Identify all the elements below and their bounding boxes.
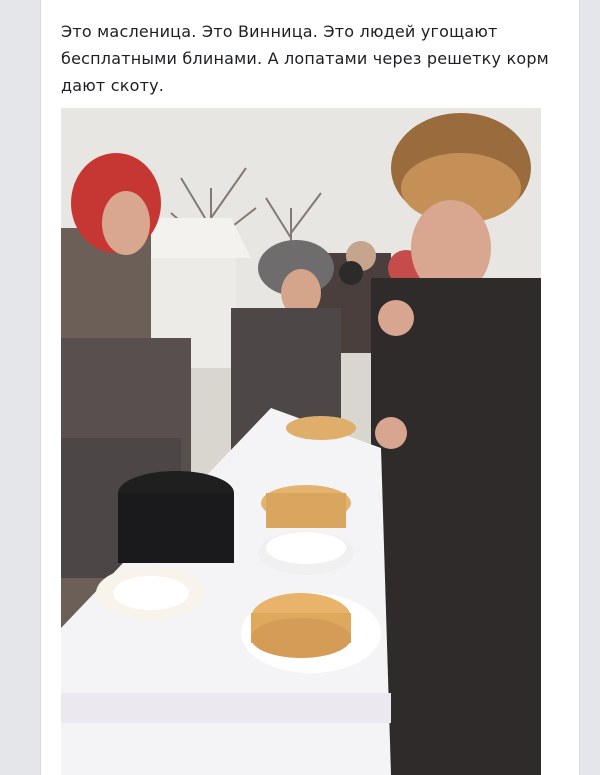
post-text: Это масленица. Это Винница. Это людей уг… xyxy=(61,22,549,95)
feed-page: Это масленица. Это Винница. Это людей уг… xyxy=(0,0,600,775)
photo-image xyxy=(61,108,541,775)
post-photo[interactable] xyxy=(61,108,541,775)
post-card: Это масленица. Это Винница. Это людей уг… xyxy=(40,0,580,775)
